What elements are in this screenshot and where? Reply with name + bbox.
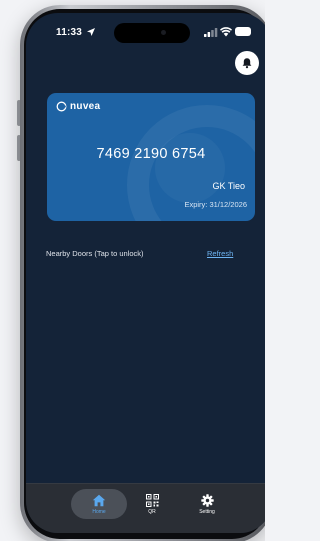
qr-code-icon	[145, 493, 159, 507]
wifi-icon	[220, 27, 232, 37]
card-number: 7469 2190 6754	[96, 146, 206, 162]
notifications-button[interactable]	[235, 51, 259, 75]
card-brand: nuvea	[56, 101, 100, 112]
nav-setting-label: Setting	[199, 508, 215, 515]
nav-home-label: Home	[92, 508, 106, 515]
nearby-doors-label: Nearby Doors (Tap to unlock)	[46, 249, 144, 258]
battery-icon	[235, 27, 251, 36]
nav-setting-tab[interactable]: Setting	[189, 489, 225, 519]
camera-dot	[161, 30, 166, 35]
brand-name: nuvea	[70, 101, 101, 112]
dynamic-island	[114, 23, 190, 43]
location-arrow-icon	[87, 28, 95, 36]
card-holder-name: GK Tieo	[212, 181, 245, 191]
stage: 11:33 nuvea 7469 2190 6754 GK Tieo Expir…	[0, 0, 265, 541]
app-screen: 11:33 nuvea 7469 2190 6754 GK Tieo Expir…	[26, 13, 265, 533]
nav-home-tab[interactable]: Home	[71, 489, 127, 519]
bell-icon	[242, 58, 252, 69]
nuvea-logo-icon	[56, 101, 67, 112]
nav-qr-label: QR	[148, 508, 156, 515]
card-expiry: Expiry: 31/12/2026	[184, 200, 247, 209]
signal-icon	[204, 28, 218, 37]
access-card[interactable]: nuvea 7469 2190 6754 GK Tieo Expiry: 31/…	[47, 93, 255, 221]
gear-icon	[200, 493, 214, 507]
refresh-link[interactable]: Refresh	[207, 249, 233, 258]
nav-qr-tab[interactable]: QR	[137, 489, 167, 519]
status-time: 11:33	[56, 27, 83, 38]
bottom-nav: Home QR Setting	[26, 483, 265, 533]
card-watermark-center	[155, 133, 225, 203]
home-icon	[92, 494, 106, 506]
